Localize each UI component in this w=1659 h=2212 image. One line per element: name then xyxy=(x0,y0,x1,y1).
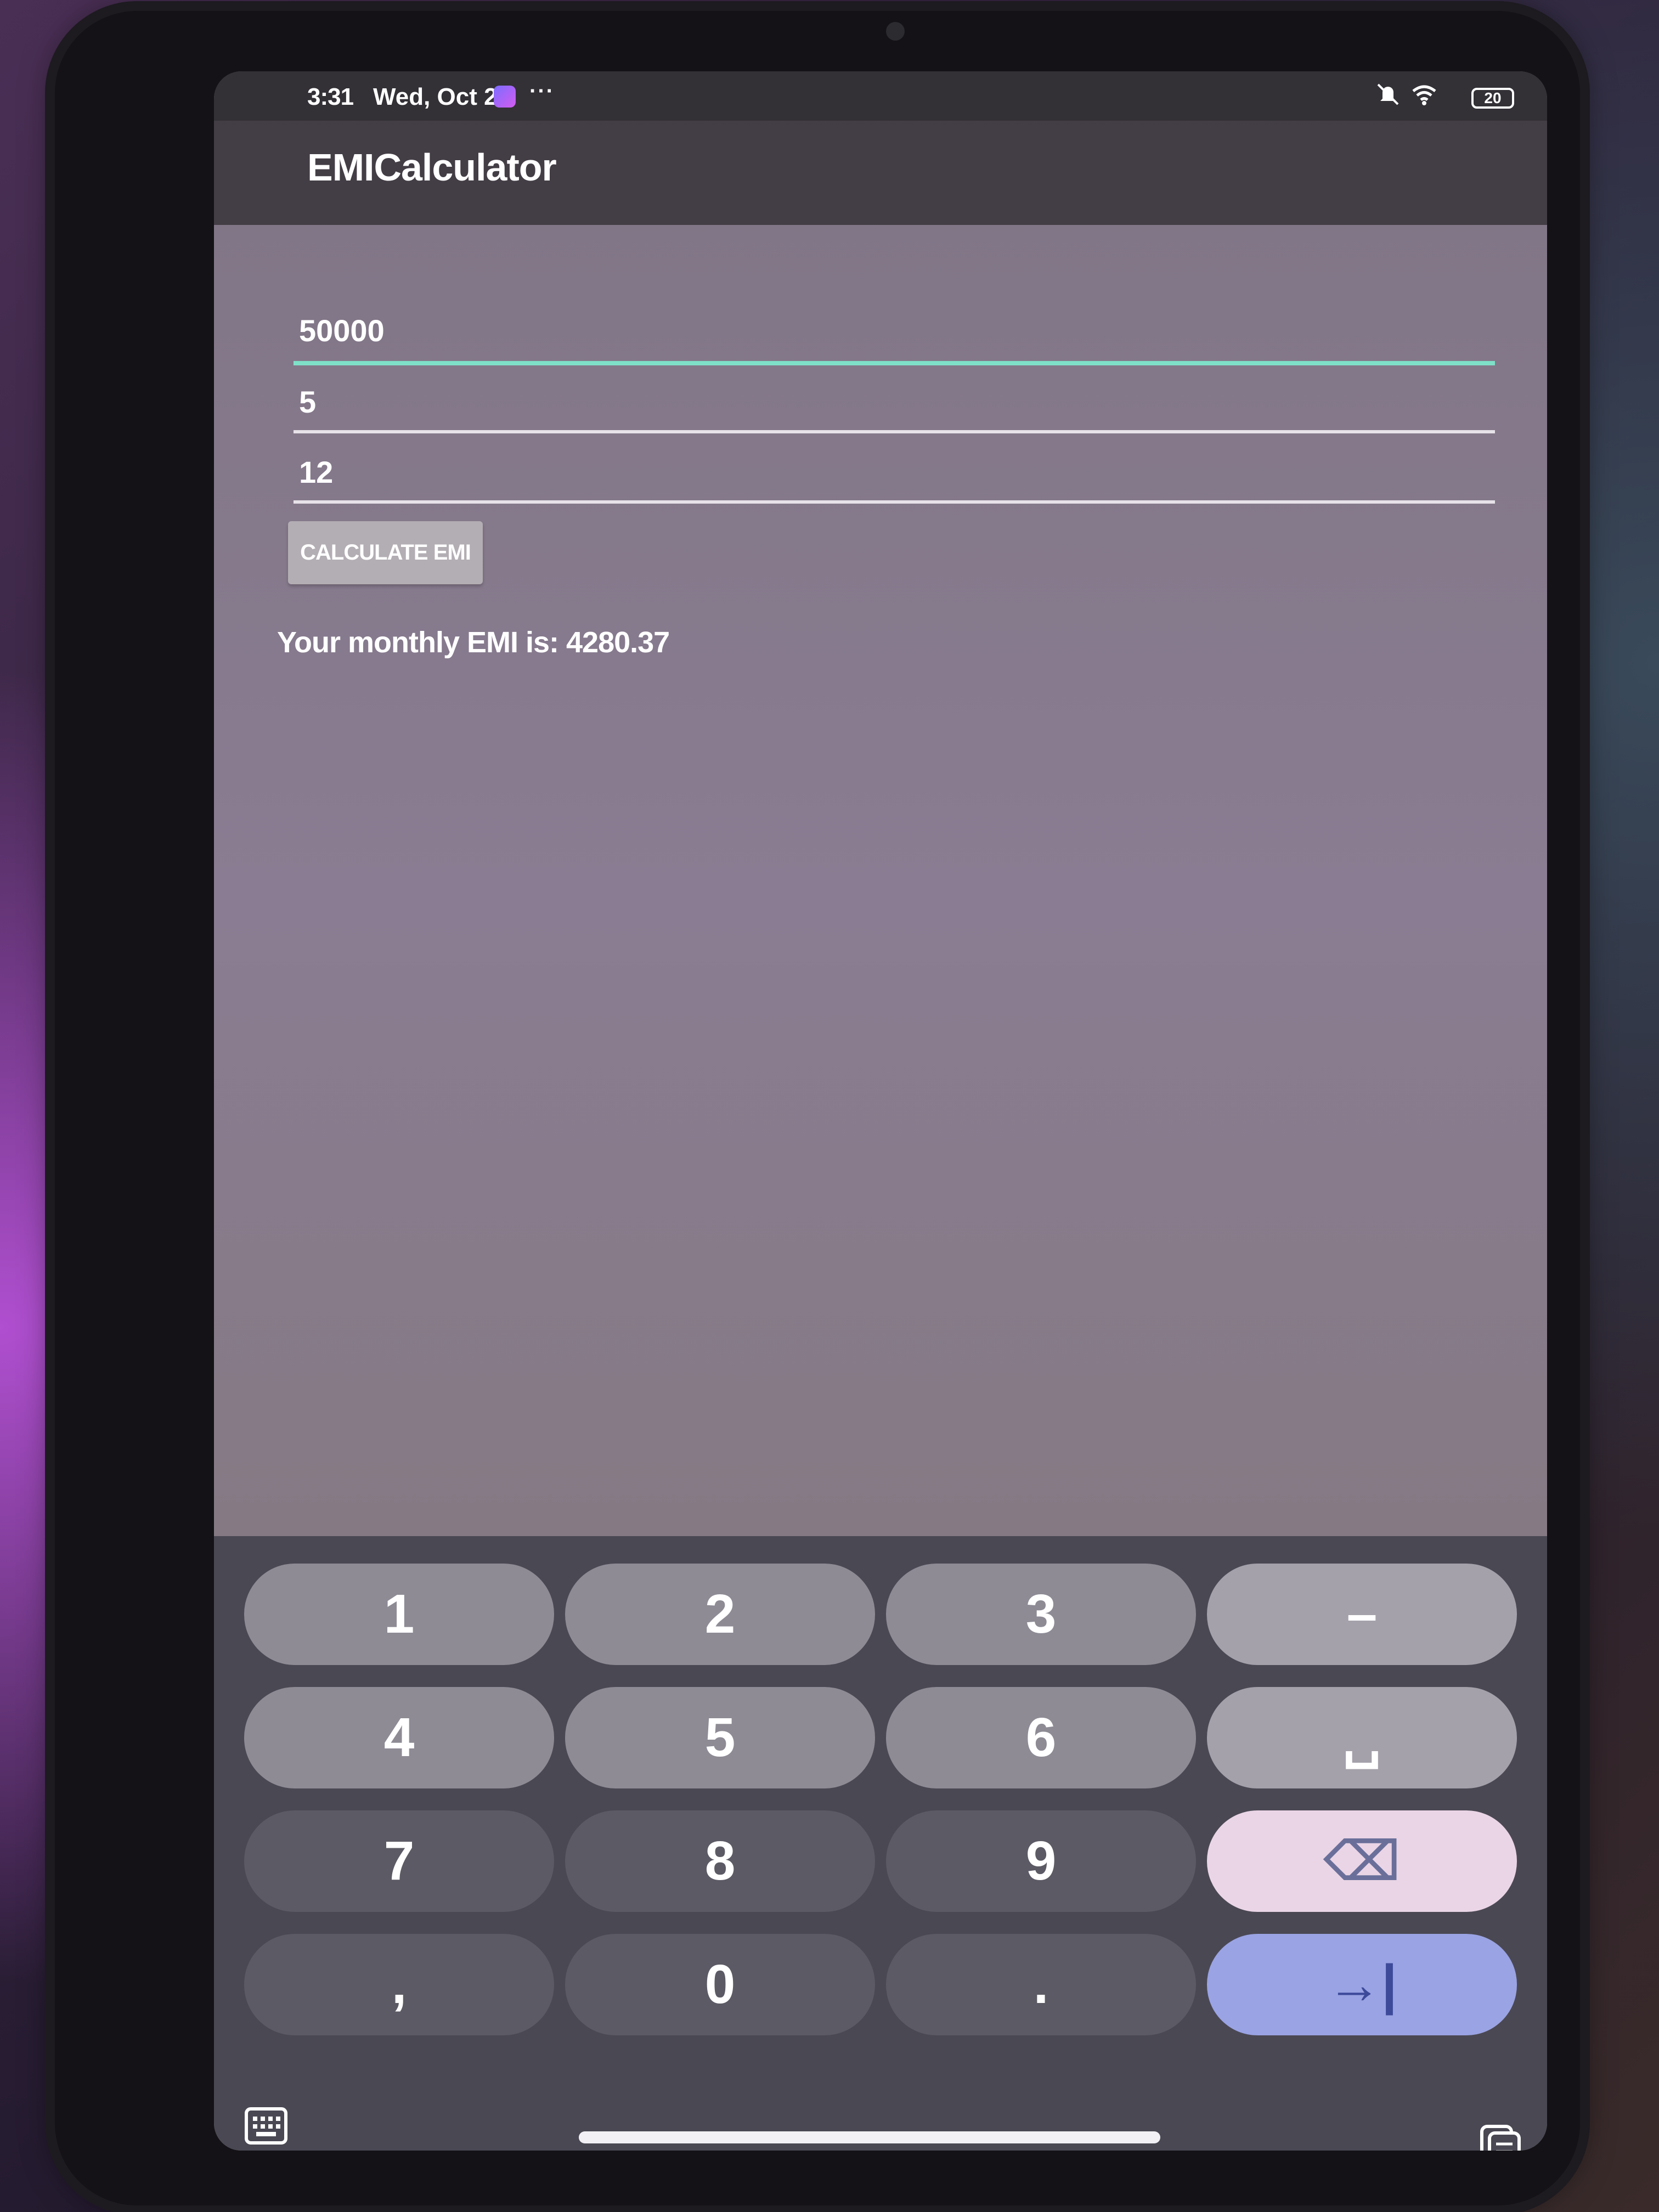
keyboard-switch-icon[interactable] xyxy=(244,2107,288,2145)
key-space[interactable]: ␣ xyxy=(1207,1687,1517,1788)
app-title: EMICalculator xyxy=(307,146,557,189)
key-1[interactable]: 1 xyxy=(244,1564,554,1665)
tenure-underline xyxy=(294,500,1495,504)
tenure-input[interactable]: 12 xyxy=(294,454,1495,504)
key-2[interactable]: 2 xyxy=(565,1564,875,1665)
mute-icon xyxy=(1377,83,1399,105)
rate-value: 5 xyxy=(299,385,317,419)
key-3[interactable]: 3 xyxy=(886,1564,1196,1665)
emi-form: 50000 5 12 CALCULATE EMI Your monthly EM… xyxy=(214,225,1547,1536)
status-date: Wed, Oct 2 xyxy=(373,83,498,110)
tablet-screen: 3:31 Wed, Oct 2 ··· 20 EMICalculator 500… xyxy=(214,71,1547,2151)
app-bar: EMICalculator xyxy=(214,121,1547,225)
key-0[interactable]: 0 xyxy=(565,1934,875,2035)
messenger-icon xyxy=(494,86,516,108)
calculate-emi-button[interactable]: CALCULATE EMI xyxy=(288,521,483,584)
battery-level: 20 xyxy=(1471,88,1514,109)
status-icons xyxy=(1375,82,1437,106)
key-period[interactable]: . xyxy=(886,1934,1196,2035)
clipboard-icon[interactable] xyxy=(1479,2123,1522,2151)
notification-more: ··· xyxy=(529,79,555,103)
key-5[interactable]: 5 xyxy=(565,1687,875,1788)
tenure-value: 12 xyxy=(299,455,334,489)
rate-underline xyxy=(294,430,1495,433)
front-camera xyxy=(886,22,905,41)
tablet-device: 3:31 Wed, Oct 2 ··· 20 EMICalculator 500… xyxy=(55,11,1580,2205)
key-6[interactable]: 6 xyxy=(886,1687,1196,1788)
principal-input[interactable]: 50000 xyxy=(294,313,1495,365)
home-indicator[interactable] xyxy=(579,2131,1160,2143)
wifi-icon xyxy=(1412,85,1436,105)
emi-result: Your monthly EMI is: 4280.37 xyxy=(277,626,670,659)
key-8[interactable]: 8 xyxy=(565,1810,875,1912)
key-backspace[interactable]: ⌫ xyxy=(1207,1810,1517,1912)
principal-value: 50000 xyxy=(299,313,385,348)
battery-icon: 20 xyxy=(1471,88,1514,109)
status-time: 3:31 xyxy=(307,83,354,110)
key-7[interactable]: 7 xyxy=(244,1810,554,1912)
key-next[interactable]: →| xyxy=(1207,1934,1517,2035)
rate-input[interactable]: 5 xyxy=(294,384,1495,433)
key-4[interactable]: 4 xyxy=(244,1687,554,1788)
numeric-keyboard: 1 2 3 – 4 5 6 ␣ 7 8 9 ⌫ , 0 . →| xyxy=(214,1536,1547,2151)
principal-underline xyxy=(294,361,1495,365)
key-9[interactable]: 9 xyxy=(886,1810,1196,1912)
key-minus[interactable]: – xyxy=(1207,1564,1517,1665)
key-comma[interactable]: , xyxy=(244,1934,554,2035)
status-bar: 3:31 Wed, Oct 2 ··· 20 xyxy=(214,71,1547,121)
